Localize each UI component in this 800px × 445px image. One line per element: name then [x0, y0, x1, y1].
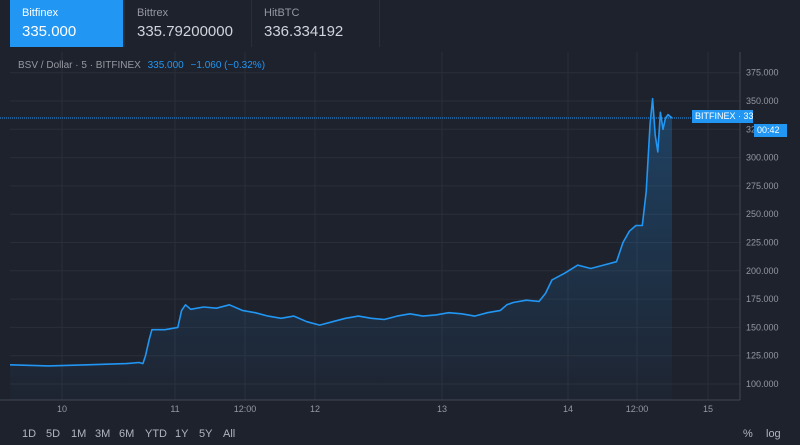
y-tick-label: 250.000 — [746, 209, 779, 219]
exchange-tabs: Bitfinex 335.000 Bittrex 335.79200000 Hi… — [0, 0, 800, 47]
x-tick-label: 12:00 — [626, 404, 649, 414]
range-5y[interactable]: 5Y — [199, 428, 212, 440]
y-tick-label: 200.000 — [746, 266, 779, 276]
x-tick-label: 15 — [703, 404, 713, 414]
range-1d[interactable]: 1D — [22, 428, 36, 440]
legend-change: −1.060 (−0.32%) — [190, 60, 266, 71]
tab-hitbtc[interactable]: HitBTC 336.334192 — [252, 0, 380, 47]
y-tick-label: 350.000 — [746, 96, 779, 106]
countdown-text: 00:42 — [757, 125, 780, 135]
x-tick-label: 13 — [437, 404, 447, 414]
chart-legend: BSV / Dollar · 5 · BITFINEX 335.000 −1.0… — [18, 60, 265, 71]
x-tick-label: 10 — [57, 404, 67, 414]
y-tick-label: 375.000 — [746, 68, 779, 78]
price-chart[interactable]: 375.000350.000325.000300.000275.000250.0… — [0, 52, 800, 422]
y-tick-label: 225.000 — [746, 238, 779, 248]
legend-last: 335.000 — [147, 60, 184, 71]
x-tick-label: 12 — [310, 404, 320, 414]
y-tick-label: 150.000 — [746, 322, 779, 332]
price-scale-label-text: BITFINEX · 335.000 — [695, 111, 753, 121]
tab-hitbtc-price: 336.334192 — [264, 23, 344, 40]
range-6m[interactable]: 6M — [119, 428, 134, 440]
log-toggle[interactable]: log — [766, 428, 781, 440]
tab-bitfinex-price: 335.000 — [22, 23, 77, 40]
y-tick-label: 300.000 — [746, 153, 779, 163]
x-tick-label: 14 — [563, 404, 573, 414]
range-all[interactable]: All — [223, 428, 235, 440]
y-tick-label: 275.000 — [746, 181, 779, 191]
x-tick-label: 12:00 — [234, 404, 257, 414]
range-1y[interactable]: 1Y — [175, 428, 188, 440]
y-tick-label: 175.000 — [746, 294, 779, 304]
x-tick-label: 11 — [170, 404, 179, 414]
tab-bitfinex[interactable]: Bitfinex 335.000 — [10, 0, 124, 47]
range-1m[interactable]: 1M — [71, 428, 86, 440]
price-scale-label: BITFINEX · 335.000 — [692, 110, 753, 123]
y-tick-label: 100.000 — [746, 379, 779, 389]
range-toolbar: 1D 5D 1M 3M 6M YTD 1Y 5Y All % log — [0, 422, 800, 445]
countdown-label: 00:42 — [754, 124, 787, 137]
range-3m[interactable]: 3M — [95, 428, 110, 440]
series-area — [10, 98, 672, 400]
legend-symbol: BSV / Dollar · 5 · BITFINEX — [18, 60, 141, 71]
tab-bitfinex-name: Bitfinex — [22, 7, 59, 19]
tab-hitbtc-name: HitBTC — [264, 7, 300, 19]
range-5d[interactable]: 5D — [46, 428, 60, 440]
tab-bittrex-name: Bittrex — [137, 7, 169, 19]
tab-bittrex-price: 335.79200000 — [137, 23, 233, 40]
y-tick-label: 125.000 — [746, 351, 779, 361]
percent-toggle[interactable]: % — [743, 428, 753, 440]
range-ytd[interactable]: YTD — [145, 428, 167, 440]
tab-bittrex[interactable]: Bittrex 335.79200000 — [124, 0, 252, 47]
